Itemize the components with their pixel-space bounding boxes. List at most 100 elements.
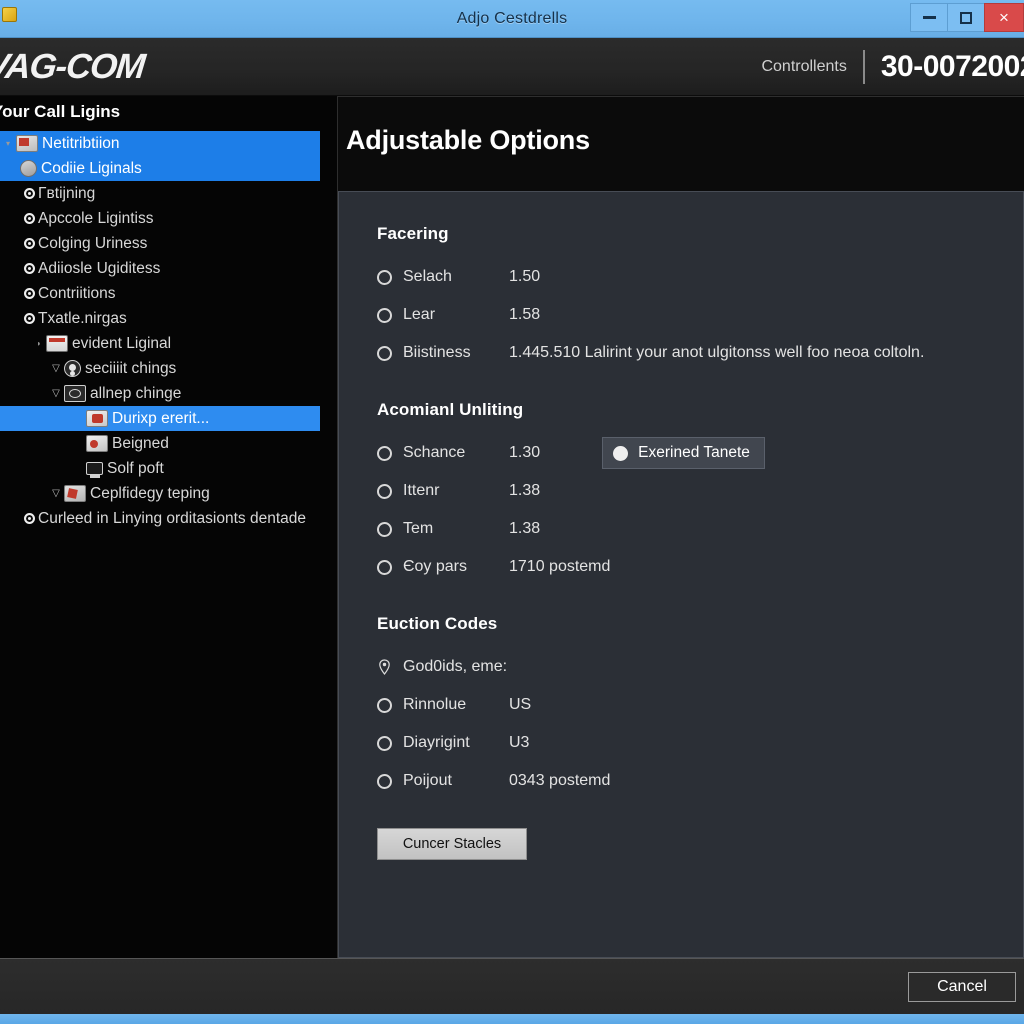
option-value: 1.445.510 Lalirint your anot ulgitonss w…	[509, 344, 925, 361]
brand-header: VAG-COM Controllents 30-0072002	[0, 38, 1024, 96]
tree-arrow-placeholder: ▽	[4, 314, 20, 324]
tree-arrow-placeholder: ▽	[70, 464, 86, 474]
option-value: US	[509, 696, 532, 713]
chart-red-icon	[86, 435, 108, 452]
chevron-down-icon[interactable]: ▾	[0, 139, 16, 148]
option-group: Euction Codes God0ids, eme: Rinnolue US Diay…	[377, 614, 1023, 800]
minimize-icon	[922, 16, 936, 19]
sidebar-tree-item[interactable]: ▽ Durixp ererit...	[0, 406, 320, 431]
option-row[interactable]: Lear 1.58	[377, 296, 1023, 334]
option-row[interactable]: Rinnolue US	[377, 686, 1023, 724]
inline-action-button[interactable]: Exerined Tanete	[602, 437, 765, 469]
radio-button[interactable]	[377, 445, 392, 461]
option-group-title: Facering	[377, 224, 449, 243]
option-group-title: Euction Codes	[377, 614, 498, 633]
tree-arrow-placeholder: ▽	[4, 514, 20, 524]
chevron-down-icon[interactable]: ▽	[48, 388, 64, 399]
option-row[interactable]: Tem 1.38	[377, 510, 1023, 548]
sidebar-tree-item[interactable]: ▽ Ceplfidegy teping	[0, 481, 337, 506]
chevron-down-icon[interactable]: ▽	[48, 363, 64, 374]
radio-button[interactable]	[377, 345, 392, 361]
tree-arrow-placeholder: ▽	[70, 414, 86, 424]
option-value: 1710 postemd	[509, 558, 611, 575]
sidebar-item-label: Colging Uriness	[38, 234, 148, 252]
option-row[interactable]: Poijout 0343 postemd	[377, 762, 1023, 800]
window-controls: ×	[910, 3, 1024, 32]
radio-button[interactable]	[377, 521, 392, 537]
minimize-button[interactable]	[910, 3, 947, 32]
bottom-accent-strip	[0, 1014, 1024, 1024]
doc-lines-icon	[46, 335, 68, 352]
maximize-icon	[960, 11, 972, 24]
sidebar-tree-item[interactable]: ▽ allnep chinge	[0, 381, 337, 406]
sidebar-tree-item[interactable]: ▽ Codiie Liginals	[0, 156, 320, 181]
option-label: Tem	[403, 520, 434, 537]
option-value: 1.30	[509, 444, 541, 461]
app-icon	[2, 7, 17, 22]
monitor-icon	[86, 462, 103, 478]
sidebar-tree-item[interactable]: ▽ Curleed in Linying orditasionts dentade	[0, 506, 337, 531]
half-circle-icon[interactable]: ◑	[30, 339, 46, 348]
sidebar-item-label: Solf poft	[107, 459, 164, 477]
option-label: Rinnolue	[403, 696, 467, 713]
maximize-button[interactable]	[947, 3, 984, 32]
sidebar-tree-item[interactable]: ◑ evident Liginal	[0, 331, 337, 356]
cancel-button[interactable]: Cancel	[908, 971, 1016, 1002]
sidebar-tree-item[interactable]: ▽ Contriitions	[0, 281, 337, 306]
sidebar-tree-item[interactable]: ▽ Beigned	[0, 431, 337, 456]
radio-button[interactable]	[377, 559, 392, 575]
tree-arrow-placeholder: ▽	[4, 289, 20, 299]
bullet-dot	[23, 213, 35, 224]
sidebar-item-label: Beigned	[112, 434, 169, 452]
option-group-title: Acomianl Unliting	[377, 400, 524, 419]
option-label: Єoy pars	[403, 558, 467, 575]
sidebar-tree-item[interactable]: ▽ Txatle.nirgas	[0, 306, 337, 331]
option-row[interactable]: Diayrigint U3	[377, 724, 1023, 762]
tree-arrow-placeholder: ▽	[4, 239, 20, 249]
option-value: 1.50	[509, 268, 541, 285]
lock-red-icon	[86, 410, 108, 427]
radio-button[interactable]	[377, 735, 392, 751]
footer-bar: Cancel	[0, 958, 1024, 1014]
option-row[interactable]: God0ids, eme:	[377, 648, 1023, 686]
option-label: Selach	[403, 268, 452, 285]
panel-action-button[interactable]: Cuncer Stacles	[377, 828, 527, 860]
radio-button[interactable]	[377, 773, 392, 789]
sidebar-tree-item[interactable]: ▽ Colging Uriness	[0, 231, 337, 256]
options-panel: Facering Selach 1.50 Lear 1.58 Biistiness 1.44…	[338, 191, 1024, 958]
sidebar-tree-item[interactable]: ▽ Solf poft	[0, 456, 337, 481]
sidebar-tree-item[interactable]: ▾ Netitribtiion	[0, 131, 320, 156]
option-row[interactable]: Selach 1.50	[377, 258, 1023, 296]
bullet-dot	[23, 313, 35, 324]
option-value: 1.38	[509, 482, 541, 499]
bullet-icon	[20, 263, 38, 274]
sidebar-tree-item[interactable]: ▽ seciiiit chings	[0, 356, 337, 381]
close-button[interactable]: ×	[984, 3, 1024, 32]
option-row[interactable]: Єoy pars 1710 postemd	[377, 548, 1023, 586]
chevron-down-icon[interactable]: ▽	[48, 488, 64, 499]
option-label: Biistiness	[403, 344, 471, 361]
controller-number: 30-0072002	[880, 49, 1024, 83]
application-window: Adjo Cestdrells × VAG-COM Controllents 3…	[0, 0, 1024, 1024]
bullet-dot	[23, 238, 35, 249]
option-label: Poijout	[403, 772, 452, 789]
radio-button[interactable]	[377, 697, 392, 713]
doc-red-icon	[16, 135, 38, 152]
brand-header-right: Controllents 30-0072002	[761, 38, 1024, 95]
sidebar-tree-item[interactable]: ▽ Apccole Ligintiss	[0, 206, 337, 231]
bullet-icon	[20, 213, 38, 224]
bullet-dot	[23, 188, 35, 199]
sidebar-tree-item[interactable]: ▽ Adiiosle Ugiditess	[0, 256, 337, 281]
user-icon	[64, 360, 81, 377]
radio-button[interactable]	[377, 483, 392, 499]
option-row[interactable]: Ittenr 1.38	[377, 472, 1023, 510]
option-row[interactable]: Schance 1.30 Exerined Tanete	[377, 434, 1023, 472]
option-label: Diayrigint	[403, 734, 470, 751]
option-row[interactable]: Biistiness 1.445.510 Lalirint your anot u…	[377, 334, 1023, 372]
radio-button[interactable]	[377, 269, 392, 285]
radio-button[interactable]	[377, 307, 392, 323]
location-pin-icon	[377, 659, 392, 675]
option-value: 1.38	[509, 520, 541, 537]
sidebar-tree-item[interactable]: ▽ Γʙtijning	[0, 181, 337, 206]
sidebar-tree: ▾ Netitribtiion ▽ Codiie Liginals ▽ Γʙtijning…	[0, 131, 337, 531]
